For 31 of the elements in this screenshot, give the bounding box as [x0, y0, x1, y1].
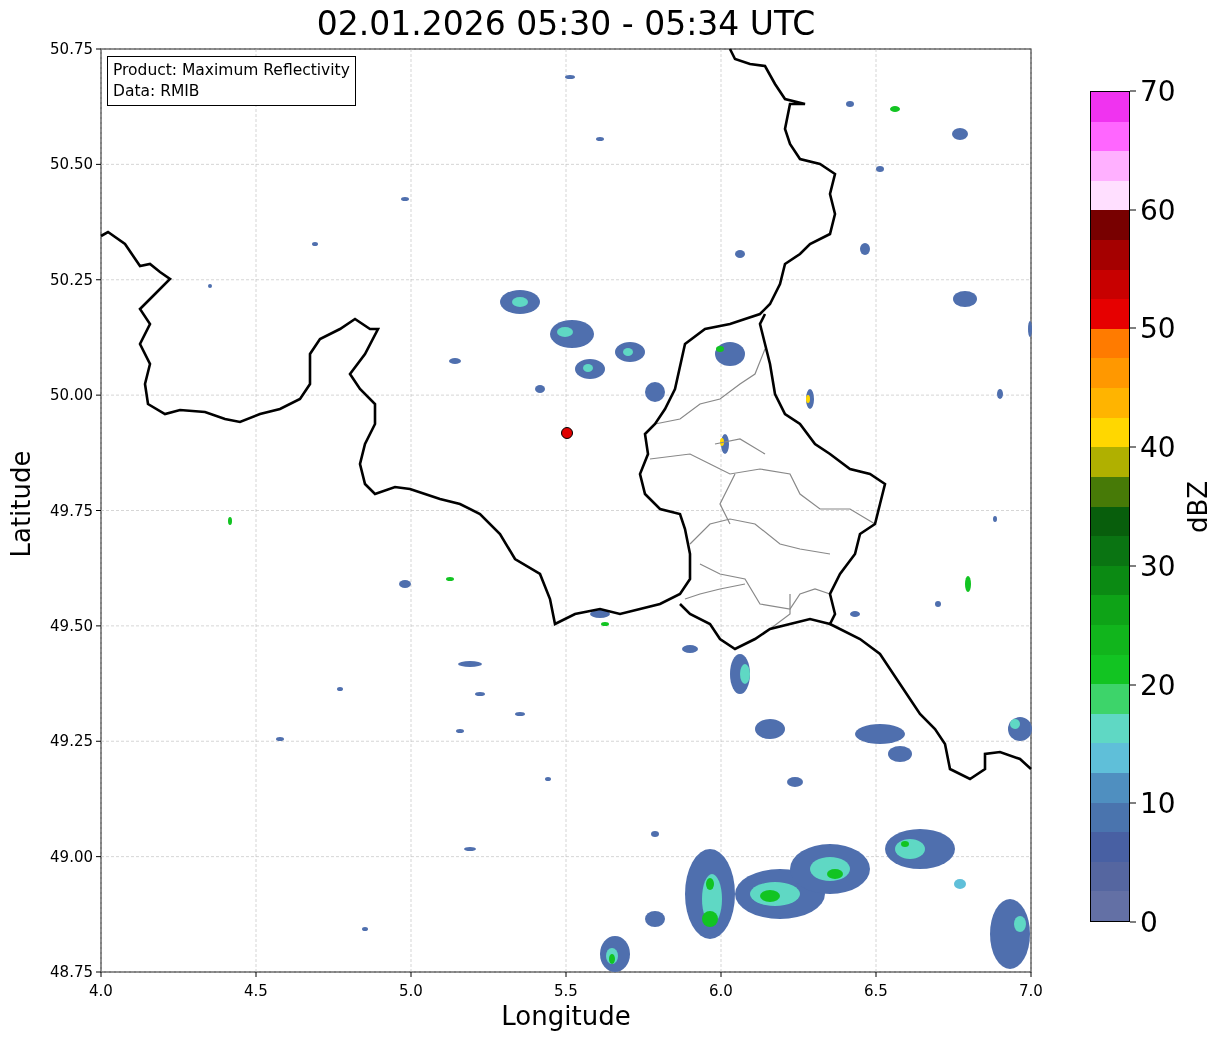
colorbar-tick-label: 60 — [1140, 193, 1176, 227]
info-text: Data: RMIB — [113, 81, 201, 102]
colorbar-tick-label: 10 — [1140, 786, 1176, 820]
colorbar-tick-label: 0 — [1140, 905, 1158, 939]
y-tick-label: 50.50 — [50, 155, 93, 174]
x-tick-label: 6.0 — [709, 982, 733, 999]
y-tick-label: 50.25 — [50, 270, 93, 289]
x-tick-label: 5.0 — [399, 982, 423, 999]
chart-title: 02.01.2026 05:30 - 05:34 UTC — [315, 3, 817, 39]
y-tick-label: 50.75 — [50, 40, 93, 58]
x-tick-label: 7.0 — [1019, 982, 1043, 999]
colorbar-tick-label: 20 — [1140, 668, 1176, 702]
y-tick-label: 48.75 — [50, 963, 93, 981]
x-tick-label: 4.5 — [244, 982, 268, 999]
colorbar-tick-label: 30 — [1140, 549, 1176, 583]
y-tick-label: 49.50 — [50, 616, 93, 635]
y-tick-label: 49.75 — [50, 501, 93, 520]
x-axis-label: Longitude — [500, 1000, 632, 1033]
colorbar-tick-label: 40 — [1140, 430, 1176, 464]
colorbar-tick-label: 70 — [1140, 74, 1176, 108]
x-tick-label: 5.5 — [554, 982, 578, 999]
radar-station-marker — [561, 427, 573, 439]
y-tick-label: 49.00 — [50, 847, 93, 866]
colorbar-label: dBZ — [1183, 480, 1214, 533]
x-tick-label: 4.0 — [89, 982, 113, 999]
y-tick-label: 50.00 — [50, 386, 93, 405]
info-text: Product: Maximum Reflectivity — [113, 60, 350, 81]
y-axis-label: Latitude — [5, 450, 35, 558]
colorbar-tick-label: 50 — [1140, 311, 1176, 345]
y-tick-label: 49.25 — [50, 732, 93, 751]
x-tick-label: 6.5 — [864, 982, 888, 999]
